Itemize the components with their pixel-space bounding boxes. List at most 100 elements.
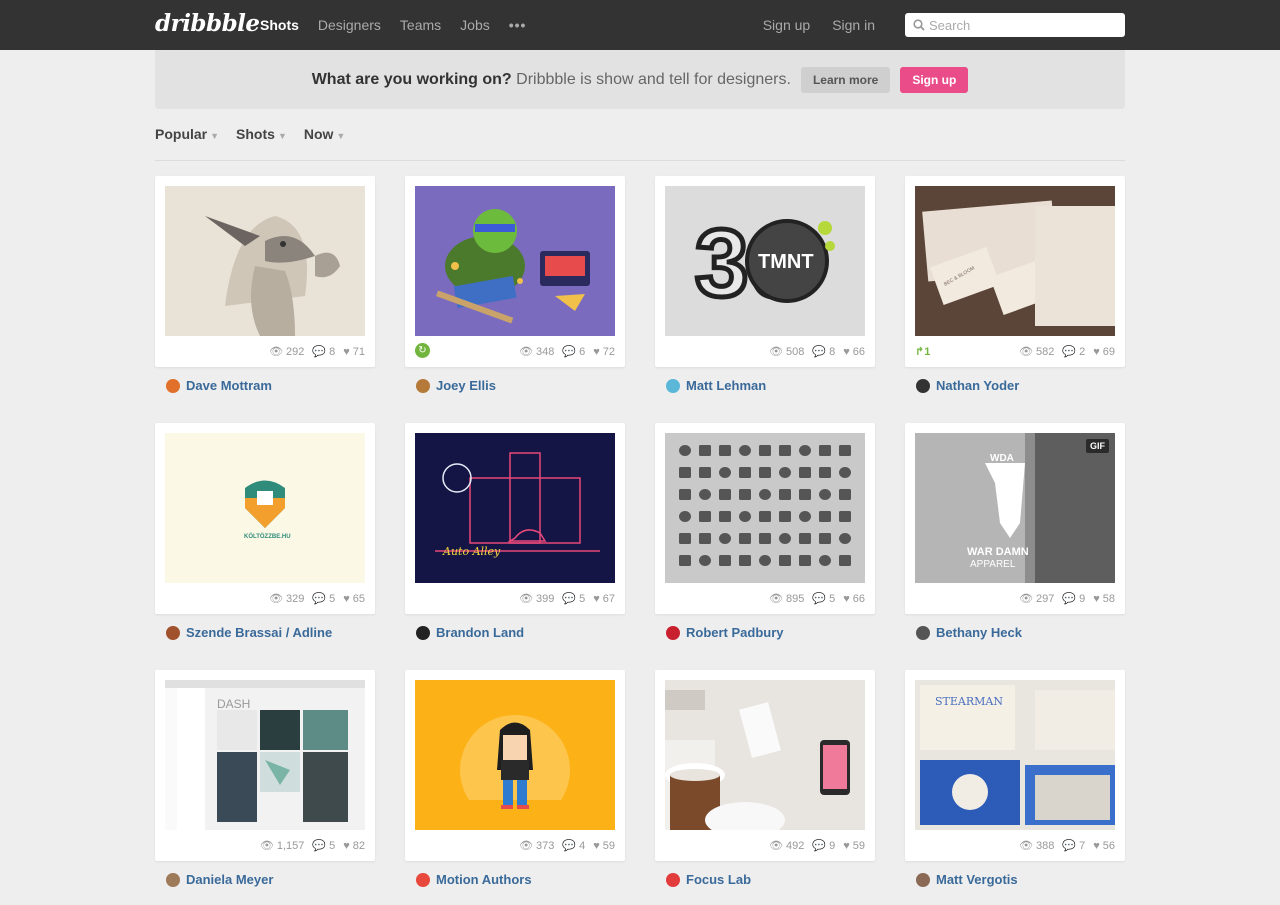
shot-thumbnail[interactable]: BEC & BLOOM (915, 186, 1115, 336)
filter-time-dropdown[interactable]: Now ▼ (304, 126, 345, 142)
icon-grid-glyph (699, 445, 711, 456)
avatar[interactable] (916, 872, 930, 887)
avatar[interactable] (416, 378, 430, 393)
shot-author[interactable]: Motion Authors (405, 872, 625, 887)
shot-box[interactable]: STEARMAN 👁 388 💬 7 ♥ 56 (905, 670, 1125, 861)
shot-author[interactable]: Bethany Heck (905, 625, 1125, 640)
icon-grid-glyph (839, 533, 851, 544)
views-stat: 👁 1,157 (260, 839, 305, 853)
avatar[interactable] (916, 378, 930, 393)
author-name[interactable]: Dave Mottram (186, 378, 272, 393)
shot-author[interactable]: Robert Padbury (655, 625, 875, 640)
banner-sign-up-button[interactable]: Sign up (900, 66, 969, 93)
rebound-count[interactable]: ↱1 (915, 345, 930, 358)
shot-box[interactable]: 👁 373 💬 4 ♥ 59 (405, 670, 625, 861)
icon-grid-glyph (839, 511, 851, 522)
shot-author[interactable]: Szende Brassai / Adline (155, 625, 375, 640)
sign-up-link[interactable]: Sign up (763, 17, 810, 33)
shot-author[interactable]: Brandon Land (405, 625, 625, 640)
likes-stat[interactable]: ♥ 66 (843, 592, 865, 605)
likes-stat[interactable]: ♥ 82 (343, 839, 365, 852)
sign-in-link[interactable]: Sign in (832, 17, 875, 33)
comments-stat: 💬 7 (1062, 839, 1085, 853)
author-name[interactable]: Motion Authors (436, 872, 532, 887)
author-name[interactable]: Joey Ellis (436, 378, 496, 393)
search-input[interactable] (929, 17, 1109, 33)
shot-thumbnail[interactable]: STEARMAN (915, 680, 1115, 830)
icon-grid-glyph (739, 511, 751, 522)
shot-thumbnail[interactable]: 30 TMNT (665, 186, 865, 336)
shot-thumbnail[interactable]: WDA WAR DAMN APPAREL GIF (915, 433, 1115, 583)
learn-more-button[interactable]: Learn more (800, 66, 891, 93)
dribbble-logo[interactable]: dribbble (155, 10, 260, 37)
nav-shots[interactable]: Shots (260, 17, 299, 33)
shot-box[interactable]: WDA WAR DAMN APPAREL GIF 👁 297 💬 9 ♥ 58 (905, 423, 1125, 614)
shot-author[interactable]: Daniela Meyer (155, 872, 375, 887)
heart-icon: ♥ (1093, 592, 1100, 605)
avatar[interactable] (666, 378, 680, 393)
shot-thumbnail[interactable] (665, 680, 865, 830)
shot-box[interactable]: 👁 895 💬 5 ♥ 66 (655, 423, 875, 614)
filter-type-dropdown[interactable]: Shots ▼ (236, 126, 287, 142)
shot-thumbnail[interactable] (415, 186, 615, 336)
likes-stat[interactable]: ♥ 58 (1093, 592, 1115, 605)
nav-designers[interactable]: Designers (318, 17, 381, 33)
avatar[interactable] (666, 872, 680, 887)
shot-thumbnail[interactable] (665, 433, 865, 583)
shot-thumbnail[interactable]: KÖLTÖZZBE.HU (165, 433, 365, 583)
avatar[interactable] (916, 625, 930, 640)
shot-author[interactable]: Joey Ellis (405, 378, 625, 393)
avatar[interactable] (166, 625, 180, 640)
shot-box[interactable]: KÖLTÖZZBE.HU 👁 329 💬 5 ♥ 65 (155, 423, 375, 614)
shot-author[interactable]: Focus Lab (655, 872, 875, 887)
likes-stat[interactable]: ♥ 67 (593, 592, 615, 605)
author-name[interactable]: Szende Brassai / Adline (186, 625, 332, 640)
shot-box[interactable]: 👁 492 💬 9 ♥ 59 (655, 670, 875, 861)
shot-box[interactable]: BEC & BLOOM ↱1 👁 582 💬 2 ♥ 69 (905, 176, 1125, 367)
likes-stat[interactable]: ♥ 72 (593, 345, 615, 358)
more-menu-icon[interactable]: ••• (509, 17, 527, 33)
shot-stats: 👁 373 💬 4 ♥ 59 (519, 839, 615, 853)
likes-stat[interactable]: ♥ 56 (1093, 839, 1115, 852)
shot-box[interactable]: 👁 292 💬 8 ♥ 71 (155, 176, 375, 367)
nav-teams[interactable]: Teams (400, 17, 441, 33)
likes-stat[interactable]: ♥ 66 (843, 345, 865, 358)
shot-author[interactable]: Matt Vergotis (905, 872, 1125, 887)
filter-type-label: Shots (236, 126, 275, 142)
author-name[interactable]: Nathan Yoder (936, 378, 1019, 393)
shot-author[interactable]: Nathan Yoder (905, 378, 1125, 393)
shot-box[interactable]: ↻ 👁 348 💬 6 ♥ 72 (405, 176, 625, 367)
author-name[interactable]: Matt Vergotis (936, 872, 1018, 887)
shot-box[interactable]: DASH 👁 1,157 💬 5 ♥ 82 (155, 670, 375, 861)
likes-stat[interactable]: ♥ 59 (593, 839, 615, 852)
avatar[interactable] (166, 378, 180, 393)
shot-thumbnail[interactable] (415, 680, 615, 830)
shot-box[interactable]: 30 TMNT 👁508 💬8 ♥66 (655, 176, 875, 367)
icon-grid-glyph (679, 489, 691, 500)
shot-thumbnail[interactable]: DASH (165, 680, 365, 830)
nav-jobs[interactable]: Jobs (460, 17, 490, 33)
avatar[interactable] (666, 625, 680, 640)
author-name[interactable]: Daniela Meyer (186, 872, 273, 887)
author-name[interactable]: Robert Padbury (686, 625, 784, 640)
author-name[interactable]: Focus Lab (686, 872, 751, 887)
avatar[interactable] (416, 625, 430, 640)
avatar[interactable] (166, 872, 180, 887)
filter-sort-dropdown[interactable]: Popular ▼ (155, 126, 219, 142)
likes-stat[interactable]: ♥ 71 (343, 345, 365, 358)
shot-box[interactable]: Auto Alley 👁 399 💬 5 ♥ 67 (405, 423, 625, 614)
avatar[interactable] (416, 872, 430, 887)
likes-stat[interactable]: ♥ 69 (1093, 345, 1115, 358)
author-name[interactable]: Matt Lehman (686, 378, 766, 393)
search-box[interactable] (905, 13, 1125, 37)
shot-thumbnail[interactable] (165, 186, 365, 336)
shot-author[interactable]: Dave Mottram (155, 378, 375, 393)
author-name[interactable]: Brandon Land (436, 625, 524, 640)
rebound-icon[interactable]: ↻ (415, 343, 430, 358)
shot-thumbnail[interactable]: Auto Alley (415, 433, 615, 583)
author-name[interactable]: Bethany Heck (936, 625, 1022, 640)
likes-stat[interactable]: ♥ 65 (343, 592, 365, 605)
shot-author[interactable]: Matt Lehman (655, 378, 875, 393)
comment-icon: 💬 (312, 346, 327, 358)
likes-stat[interactable]: ♥ 59 (843, 839, 865, 852)
